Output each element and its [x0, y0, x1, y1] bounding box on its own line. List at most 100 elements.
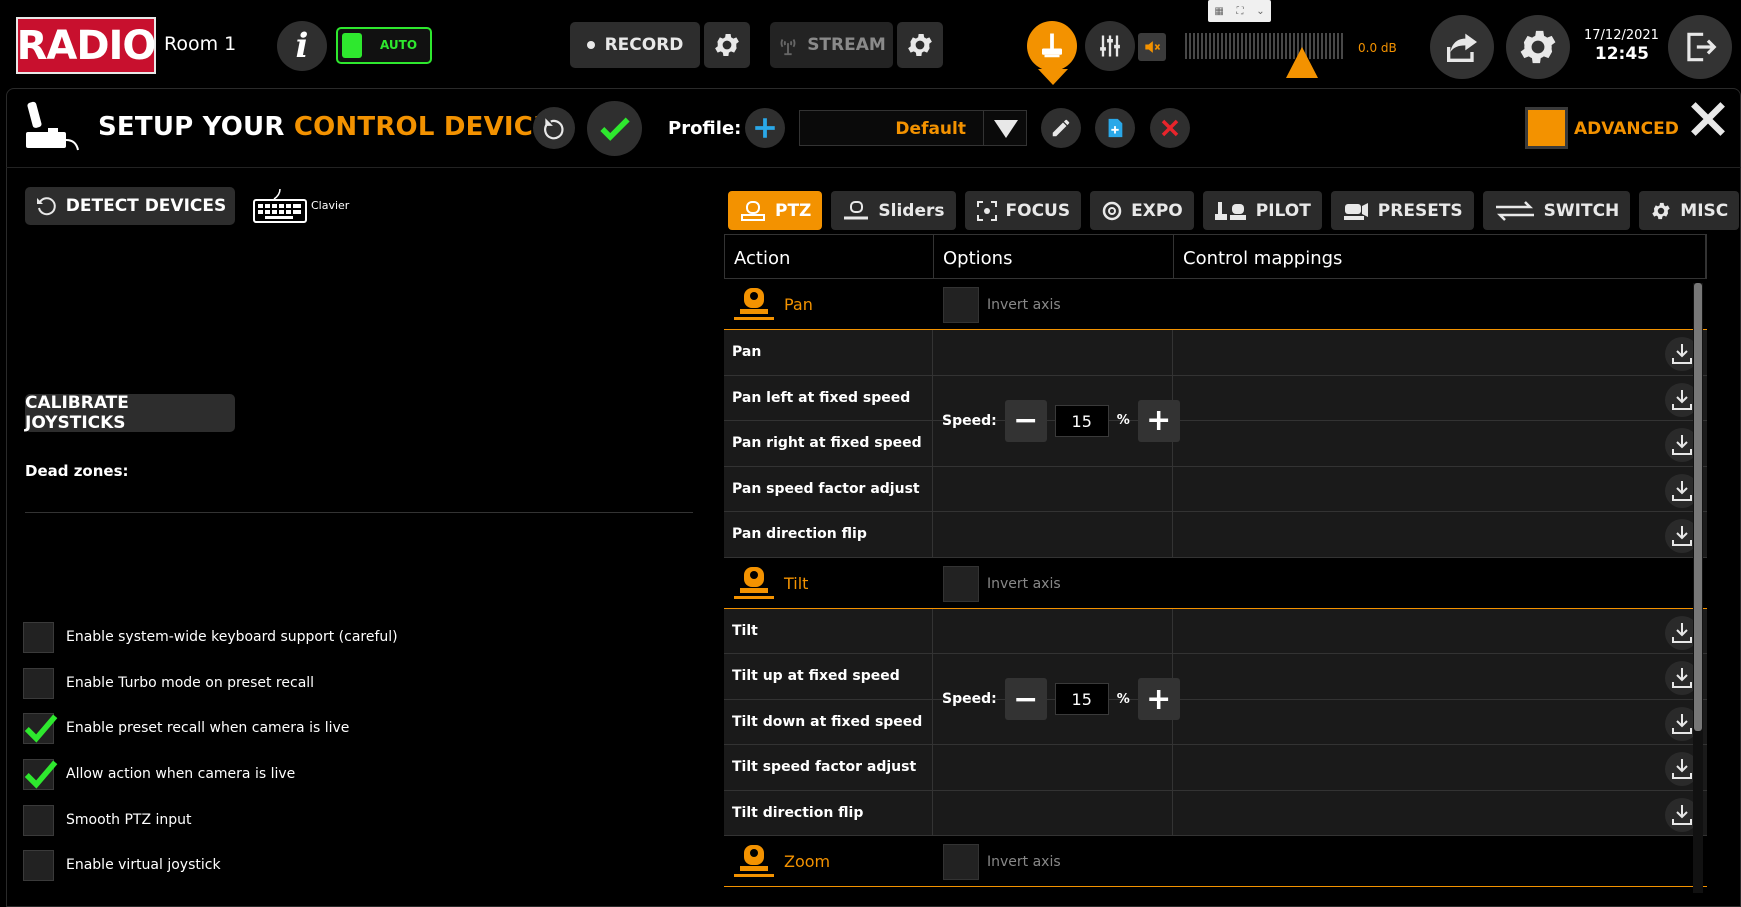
audio-level-meter[interactable] — [1185, 33, 1345, 59]
duplicate-profile-button[interactable] — [1095, 108, 1135, 148]
tab-sliders[interactable]: Sliders — [831, 191, 956, 230]
option-row[interactable]: Smooth PTZ input — [23, 804, 192, 836]
option-checkbox[interactable] — [23, 667, 54, 699]
check-icon — [599, 117, 630, 141]
auto-toggle[interactable]: AUTO — [336, 27, 432, 64]
option-row[interactable]: Enable system-wide keyboard support (car… — [23, 621, 398, 653]
table-row: Pan direction flip — [724, 512, 1707, 558]
gear-icon — [1652, 202, 1670, 219]
calibrate-joysticks-button[interactable]: CALIBRATE JOYSTICKS — [25, 393, 235, 433]
volume-slider-handle[interactable] — [1286, 47, 1318, 78]
decrease-speed-button[interactable]: − — [1004, 678, 1047, 720]
check-icon — [24, 760, 58, 789]
invert-axis-checkbox[interactable] — [943, 287, 979, 323]
detect-devices-label: DETECT DEVICES — [65, 196, 227, 216]
mixer-button[interactable] — [1085, 21, 1135, 71]
tab-focus[interactable]: FOCUS — [964, 191, 1082, 230]
invert-axis-option[interactable]: Invert axis — [943, 287, 1061, 323]
detect-devices-button[interactable]: DETECT DEVICES — [25, 187, 235, 225]
speed-value[interactable]: 15 — [1054, 683, 1109, 715]
scrollbar-thumb[interactable] — [1694, 283, 1702, 731]
mapping-cell[interactable] — [1173, 700, 1707, 745]
info-button[interactable]: i — [277, 21, 327, 71]
plus-icon: + — [1146, 681, 1172, 717]
mute-button[interactable] — [1138, 33, 1166, 61]
download-icon — [1672, 435, 1692, 455]
tab-switch[interactable]: SWITCH — [1482, 191, 1631, 230]
option-row[interactable]: Enable virtual joystick — [23, 849, 221, 881]
grid-icon[interactable]: ▦ — [1214, 6, 1223, 17]
record-settings-button[interactable] — [704, 22, 750, 68]
option-row[interactable]: Allow action when camera is live — [23, 758, 295, 790]
tab-expo[interactable]: EXPO — [1090, 191, 1194, 230]
tab-label: SWITCH — [1543, 200, 1620, 221]
tab-presets[interactable]: PRESETS — [1330, 191, 1474, 230]
window-mini-controls: ▦ ⛶ ⌄ — [1208, 0, 1271, 22]
page-title: SETUP YOUR CONTROL DEVICES — [98, 112, 570, 142]
tab-misc[interactable]: MISC — [1639, 191, 1740, 230]
tab-ptz[interactable]: PTZ — [728, 191, 823, 230]
stream-button[interactable]: STREAM — [770, 22, 893, 68]
stream-settings-button[interactable] — [897, 22, 943, 68]
reset-button[interactable] — [533, 107, 575, 149]
close-panel-button[interactable] — [1686, 97, 1730, 141]
ptz-camera-icon — [740, 845, 768, 871]
apply-button[interactable] — [587, 101, 642, 156]
increase-speed-button[interactable]: + — [1137, 399, 1180, 442]
col-options: Options — [934, 235, 1174, 278]
advanced-checkbox[interactable] — [1525, 107, 1568, 149]
option-row[interactable]: Enable preset recall when camera is live — [23, 712, 349, 744]
settings-button[interactable] — [1506, 15, 1570, 79]
mapping-cell[interactable] — [1173, 421, 1707, 466]
share-button[interactable] — [1430, 15, 1494, 79]
chevron-down-icon[interactable]: ⌄ — [1256, 6, 1264, 17]
keyboard-icon[interactable] — [253, 187, 307, 223]
invert-axis-checkbox[interactable] — [943, 844, 979, 880]
tab-pilot[interactable]: PILOT — [1202, 191, 1322, 230]
table-scrollbar[interactable] — [1693, 283, 1703, 893]
section-name: Pan — [784, 295, 813, 314]
profile-select[interactable]: Default — [799, 110, 1027, 146]
add-profile-button[interactable] — [745, 108, 785, 148]
check-icon — [24, 714, 58, 743]
option-checkbox[interactable] — [23, 849, 54, 881]
speed-value[interactable]: 15 — [1054, 404, 1109, 437]
increase-speed-button[interactable]: + — [1137, 678, 1180, 720]
invert-axis-option[interactable]: Invert axis — [943, 565, 1061, 602]
tab-label: PTZ — [775, 200, 812, 221]
record-button[interactable]: RECORD — [570, 22, 700, 68]
mapping-cell[interactable] — [1173, 654, 1707, 699]
option-row[interactable]: Enable Turbo mode on preset recall — [23, 667, 314, 699]
keyboard-device-label: Clavier — [311, 199, 350, 212]
option-checkbox[interactable] — [23, 758, 58, 790]
tab-label: PRESETS — [1377, 200, 1463, 221]
exit-button[interactable] — [1668, 15, 1732, 79]
action-name: Pan — [724, 330, 933, 375]
option-checkbox[interactable] — [23, 804, 54, 836]
control-devices-button[interactable] — [1027, 21, 1077, 71]
option-checkbox[interactable] — [23, 621, 54, 653]
option-checkbox[interactable] — [23, 712, 58, 744]
title-highlight: CONTROL DEVICES — [293, 112, 570, 142]
mapping-cell[interactable] — [1173, 330, 1707, 375]
plus-icon: + — [1146, 403, 1172, 438]
invert-axis-checkbox[interactable] — [943, 565, 979, 602]
option-label: Enable preset recall when camera is live — [66, 720, 350, 736]
app-logo: RADIO — [16, 17, 156, 74]
mapping-cell[interactable] — [1173, 376, 1707, 421]
mapping-cell[interactable] — [1173, 467, 1707, 512]
mapping-cell[interactable] — [1173, 791, 1707, 836]
invert-axis-option[interactable]: Invert axis — [943, 844, 1061, 880]
exit-icon — [1687, 32, 1717, 62]
section-underline — [734, 874, 774, 877]
download-icon — [1672, 480, 1692, 501]
mapping-table: Action Options Control mappings Pan Inver… — [724, 234, 1707, 907]
edit-profile-button[interactable] — [1041, 108, 1081, 148]
delete-profile-button[interactable] — [1150, 108, 1190, 148]
mapping-cell[interactable] — [1173, 609, 1707, 654]
mapping-cell[interactable] — [1173, 745, 1707, 790]
action-name: Pan left at fixed speed — [724, 375, 933, 420]
fullscreen-icon[interactable]: ⛶ — [1237, 6, 1244, 17]
decrease-speed-button[interactable]: − — [1004, 399, 1047, 442]
mapping-cell[interactable] — [1173, 512, 1707, 557]
